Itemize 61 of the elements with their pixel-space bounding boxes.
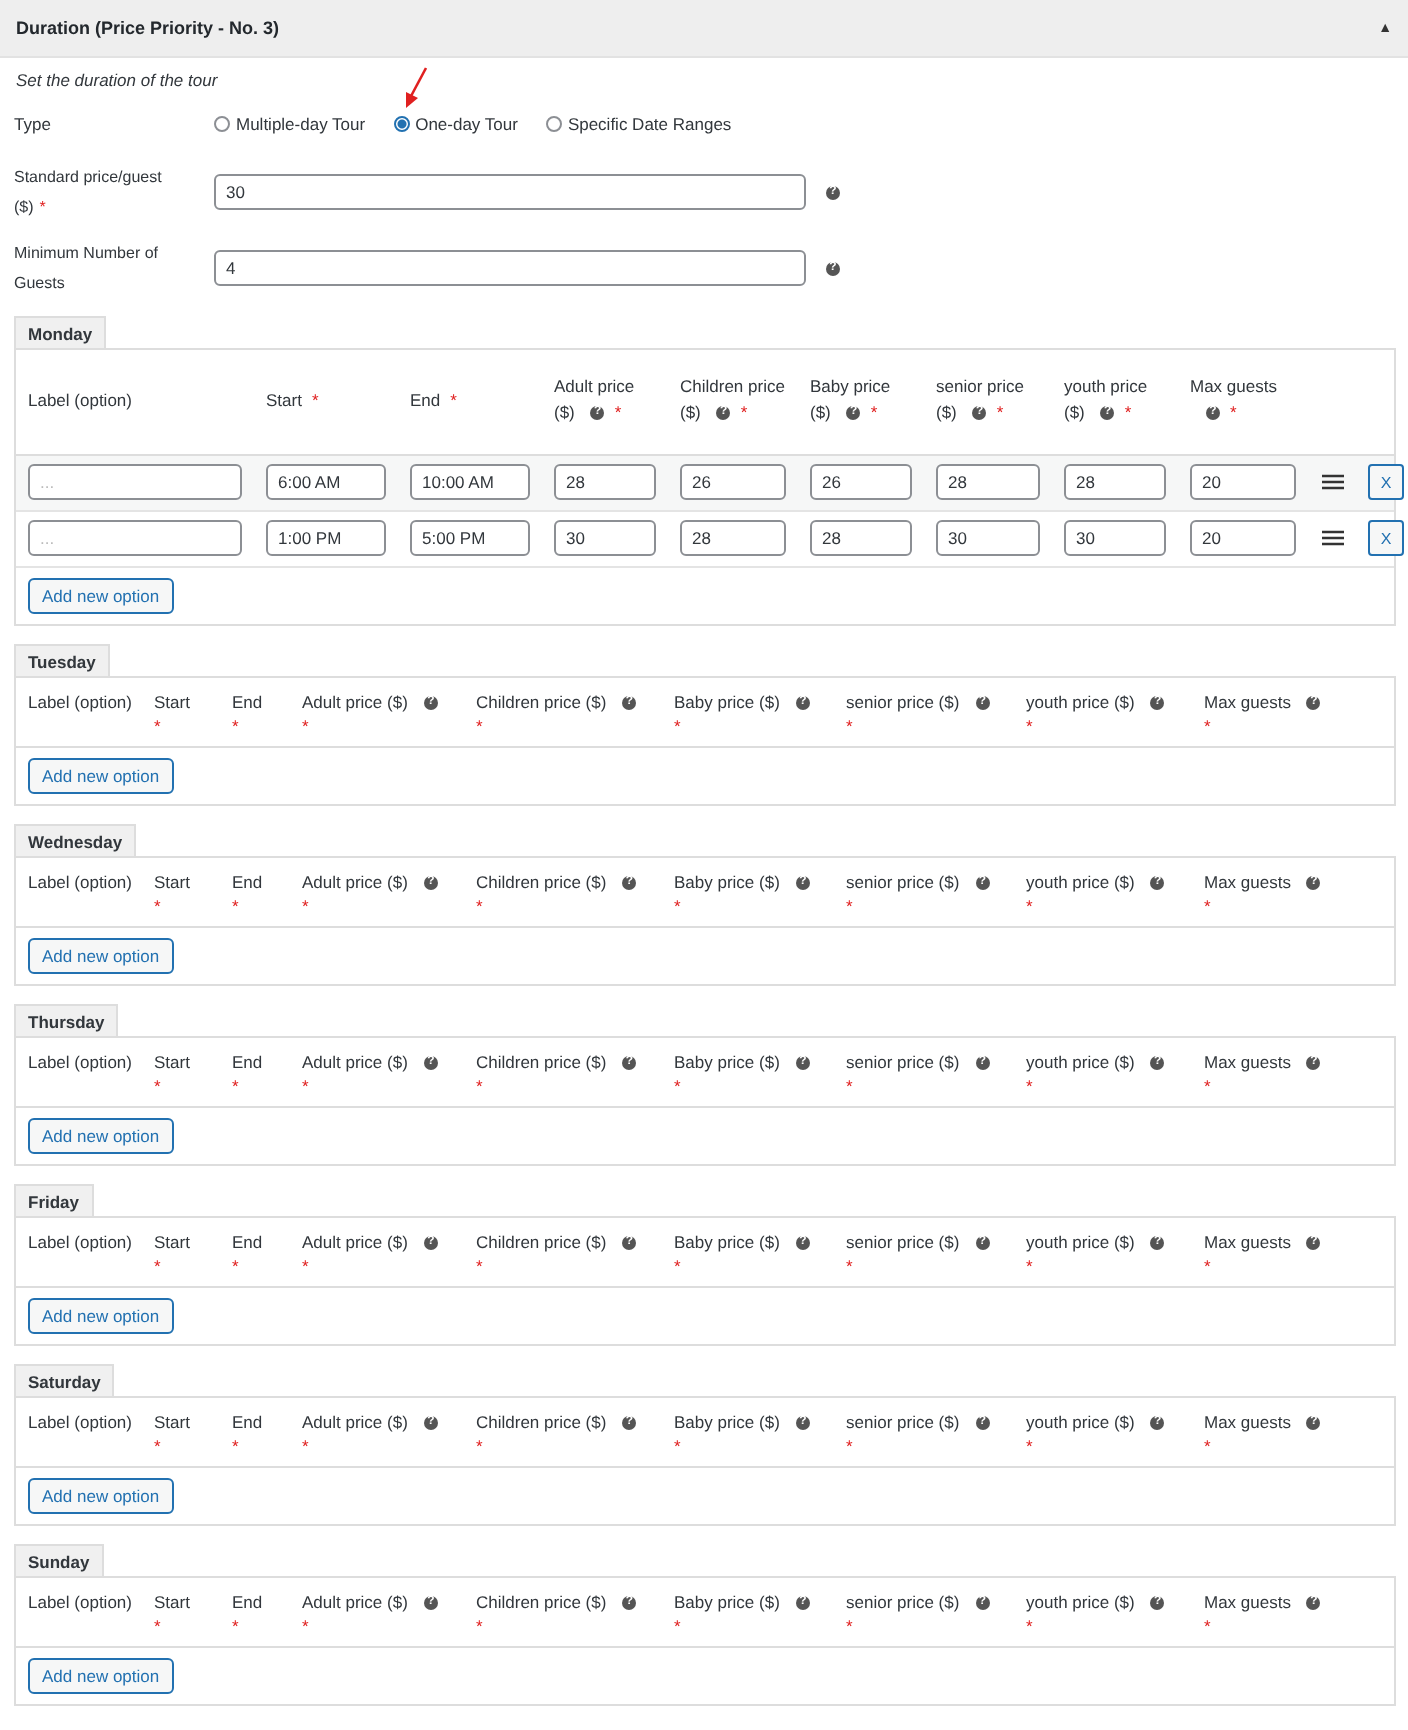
table-input[interactable]: 1:00 PM — [266, 520, 386, 556]
column-header: Label (option) — [28, 870, 132, 896]
column-header: End * — [232, 1410, 265, 1456]
add-option-button[interactable]: Add new option — [28, 1658, 174, 1694]
column-header: Label (option) — [28, 1590, 132, 1616]
column-header: End * — [232, 1230, 265, 1276]
menu-icon[interactable] — [1321, 530, 1343, 546]
table-input[interactable]: ... — [28, 464, 242, 500]
table-input[interactable]: ... — [28, 520, 242, 556]
table-input[interactable]: 28 — [1064, 464, 1166, 500]
menu-icon[interactable] — [1321, 474, 1343, 490]
column-header: End * — [232, 870, 265, 916]
column-header: Start * — [266, 387, 321, 413]
type-label: Type — [14, 114, 53, 134]
table-input[interactable]: 26 — [680, 464, 786, 500]
remove-button[interactable]: X — [1368, 520, 1404, 556]
annotation-arrow — [401, 66, 430, 110]
column-header: Label (option) — [28, 1050, 132, 1076]
table-input[interactable]: 28 — [680, 520, 786, 556]
add-option-button[interactable]: Add new option — [28, 1118, 174, 1154]
description: Set the duration of the tour — [14, 70, 220, 90]
radio-option[interactable]: Multiple-day Tour — [214, 114, 366, 134]
add-option-button[interactable]: Add new option — [28, 758, 174, 794]
column-header: Label (option) — [28, 1410, 132, 1436]
column-header: Label (option) — [28, 387, 134, 413]
add-option-button[interactable]: Add new option — [28, 578, 174, 614]
table-input[interactable]: 30 — [554, 520, 656, 556]
column-header: End * — [232, 690, 265, 736]
column-header: End * — [232, 1590, 265, 1636]
column-header: Start * — [154, 1230, 192, 1276]
table-input[interactable]: 30 — [936, 520, 1040, 556]
panel-title: Duration (Price Priority - No. 3) — [16, 18, 280, 38]
table-input[interactable]: 20 — [1190, 464, 1296, 500]
field-label: Minimum Number of Guests — [14, 242, 161, 296]
radio-option[interactable]: One-day Tour — [393, 114, 518, 134]
input-field[interactable]: 4 — [214, 250, 806, 286]
column-header: End * — [410, 387, 459, 413]
remove-button[interactable]: X — [1368, 464, 1404, 500]
add-option-button[interactable]: Add new option — [28, 1298, 174, 1334]
table-input[interactable]: 5:00 PM — [410, 520, 530, 556]
table-input[interactable]: 20 — [1190, 520, 1296, 556]
column-header: Label (option) — [28, 690, 132, 716]
table-input[interactable]: 26 — [810, 464, 912, 500]
column-header: End * — [232, 1050, 265, 1096]
column-header: Start * — [154, 1410, 192, 1456]
column-header: Start * — [154, 1050, 192, 1096]
input-field[interactable]: 30 — [214, 174, 806, 210]
table-input[interactable]: 28 — [936, 464, 1040, 500]
column-header: Label (option) — [28, 1230, 132, 1256]
field-label: Standard price/guest ($) * — [14, 166, 164, 220]
table-input[interactable]: 30 — [1064, 520, 1166, 556]
add-option-button[interactable]: Add new option — [28, 1478, 174, 1514]
column-header: Start * — [154, 690, 192, 736]
column-header: Start * — [154, 870, 192, 916]
radio-option[interactable]: Specific Date Ranges — [545, 114, 732, 134]
table-input[interactable]: 28 — [810, 520, 912, 556]
table-input[interactable]: 28 — [554, 464, 656, 500]
table-input[interactable]: 6:00 AM — [266, 464, 386, 500]
add-option-button[interactable]: Add new option — [28, 938, 174, 974]
table-input[interactable]: 10:00 AM — [410, 464, 530, 500]
column-header: Start * — [154, 1590, 192, 1636]
